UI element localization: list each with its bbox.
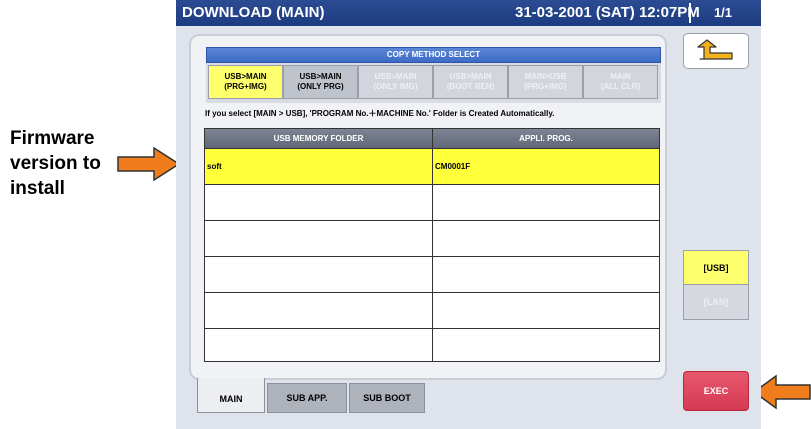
annotation-line-3: install [10, 178, 65, 199]
table-cell-prog[interactable]: CM0001F [433, 148, 659, 184]
usb-source-button[interactable]: [USB] [683, 250, 749, 286]
firmware-annotation-label: Firmware version to install [10, 126, 120, 201]
page-indicator: 1/1 [689, 3, 755, 23]
return-arrow-icon [697, 39, 733, 60]
annotation-line-1: Firmware [10, 128, 95, 149]
column-header-usb-folder: USB MEMORY FOLDER [205, 129, 432, 148]
folder-table: USB MEMORY FOLDER APPLI. PROG. soft CM00… [204, 128, 660, 362]
copy-method-select: COPY METHOD SELECT USB>MAIN (PRG+IMG) US… [206, 47, 661, 103]
tab-sub-boot[interactable]: SUB BOOT [349, 383, 425, 413]
method-usb-main-only-img-button: USB>MAIN (ONLY IMG) [358, 65, 433, 99]
method-usb-main-prg-img-button[interactable]: USB>MAIN (PRG+IMG) [208, 65, 283, 99]
screen-title: DOWNLOAD (MAIN) [182, 4, 325, 21]
date-time: 31-03-2001 (SAT) 12:07PM [515, 4, 700, 21]
lan-source-button: [LAN] [683, 284, 749, 320]
pointer-arrow-right-icon [117, 146, 181, 182]
back-button[interactable] [683, 33, 749, 69]
copy-method-header: COPY METHOD SELECT [206, 47, 661, 63]
method-usb-main-only-prg-button[interactable]: USB>MAIN (ONLY PRG) [283, 65, 358, 99]
tab-main[interactable]: MAIN [197, 378, 265, 413]
stage: Firmware version to install DOWNLOAD (MA… [0, 0, 811, 429]
info-note: If you select [MAIN > USB], 'PROGRAM No.… [205, 109, 555, 118]
method-usb-main-boot-ren-button: USB>MAIN (BOOT REN) [433, 65, 508, 99]
method-main-all-clr-button: MAIN (ALL CLR) [583, 65, 658, 99]
annotation-line-2: version to [10, 153, 101, 174]
column-divider [432, 129, 433, 361]
column-header-appli-prog: APPLI. PROG. [433, 129, 659, 148]
tab-sub-app[interactable]: SUB APP. [267, 383, 347, 413]
device-screen: DOWNLOAD (MAIN) 31-03-2001 (SAT) 12:07PM… [176, 0, 761, 429]
exec-button[interactable]: EXEC [683, 371, 749, 411]
table-cell-folder[interactable]: soft [205, 148, 432, 184]
method-main-usb-prg-img-button: MAIN>USB (PRG+IMG) [508, 65, 583, 99]
title-bar: DOWNLOAD (MAIN) 31-03-2001 (SAT) 12:07PM… [176, 0, 761, 26]
